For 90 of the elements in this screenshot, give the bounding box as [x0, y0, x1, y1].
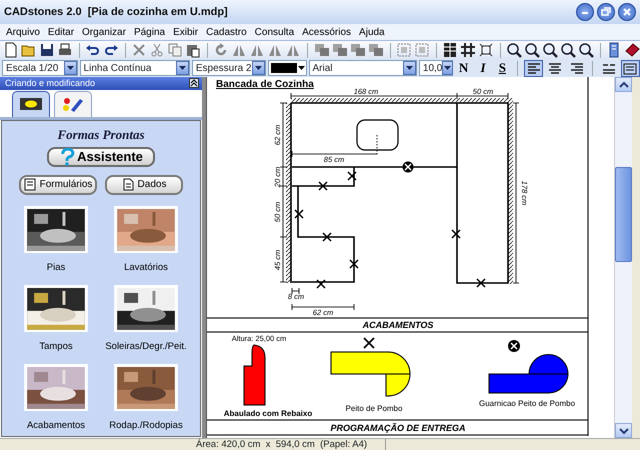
- minimize-button[interactable]: [576, 3, 594, 21]
- assistant-button[interactable]: Assistente: [47, 146, 155, 166]
- shape-icon: [19, 97, 43, 112]
- scroll-up-button[interactable]: [615, 77, 632, 92]
- cut-icon[interactable]: [149, 42, 166, 58]
- shape-item[interactable]: Lavatórios: [101, 206, 191, 276]
- shape-item[interactable]: Acabamentos: [11, 364, 101, 434]
- align-center-icon: [548, 62, 562, 74]
- font-size-dropdown[interactable]: 10,0: [418, 60, 453, 76]
- group-icon[interactable]: [414, 42, 430, 58]
- shape-item[interactable]: Tampos: [11, 284, 101, 354]
- dropdown-arrow-icon: [296, 64, 306, 72]
- color-picker[interactable]: [268, 60, 306, 76]
- group-icon[interactable]: [396, 42, 412, 58]
- section-heading: PROGRAMAÇÃO DE ENTREGA: [330, 423, 466, 433]
- grid-icon[interactable]: [460, 42, 476, 58]
- menu-item[interactable]: Acessórios: [298, 24, 356, 40]
- profile-label: Peito de Pombo: [346, 404, 402, 413]
- zoom-icon[interactable]: [542, 42, 558, 58]
- menu-item[interactable]: Página: [130, 24, 170, 40]
- pencil-icon: [61, 97, 85, 112]
- menu-item[interactable]: Ajuda: [355, 24, 389, 40]
- print-icon[interactable]: [57, 42, 73, 58]
- scale-dropdown[interactable]: Escala 1/20: [2, 60, 78, 76]
- layer-icon[interactable]: [368, 42, 384, 58]
- drawing-title: Bancada de Cozinha: [216, 79, 314, 90]
- panel-button[interactable]: Formulários: [19, 174, 97, 194]
- menu-item[interactable]: Arquivo: [2, 24, 44, 40]
- lines-icon: [602, 62, 616, 74]
- layer-icon[interactable]: [332, 42, 348, 58]
- panel-tab[interactable]: [54, 91, 92, 117]
- close-button[interactable]: [618, 3, 636, 21]
- dropdown-arrow-icon: [178, 64, 187, 72]
- form-icon: [24, 178, 36, 191]
- scroll-down-button[interactable]: [615, 423, 632, 438]
- panel-heading: Formas Prontas: [57, 126, 145, 144]
- zoom-icon[interactable]: [578, 42, 594, 58]
- align-left-icon: [526, 62, 541, 74]
- document-icon: [122, 178, 134, 191]
- bold-button[interactable]: N: [454, 60, 472, 76]
- profile-label: Abaulado com Rebaixo: [224, 409, 312, 418]
- save-icon[interactable]: [39, 42, 55, 58]
- circle-cross-icon: [508, 340, 520, 352]
- help-icon: [59, 148, 76, 166]
- view-toggle-button[interactable]: [620, 60, 640, 76]
- dropdown-arrow-icon: [404, 64, 414, 72]
- restore-icon: [600, 6, 612, 18]
- undo-icon[interactable]: [85, 42, 102, 58]
- shape-item[interactable]: Pias: [11, 206, 101, 276]
- menu-item[interactable]: Cadastro: [202, 24, 251, 40]
- font-dropdown[interactable]: Arial: [308, 60, 417, 76]
- dropdown-arrow-icon: [254, 64, 262, 72]
- dropdown-arrow-icon: [66, 64, 75, 72]
- align-left-button[interactable]: [524, 60, 544, 76]
- layer-icon[interactable]: [314, 42, 330, 58]
- section-heading: ACABAMENTOS: [362, 320, 434, 330]
- collapse-icon[interactable]: [189, 78, 199, 88]
- table-icon[interactable]: [442, 42, 458, 58]
- scroll-thumb[interactable]: [615, 167, 632, 262]
- paste-icon[interactable]: [185, 42, 202, 58]
- line-style-dropdown[interactable]: Linha Contínua: [80, 60, 190, 76]
- menu-item[interactable]: Exibir: [169, 24, 202, 40]
- window-title: CADstones 2.0 [Pia de cozinha em U.mdp]: [4, 4, 229, 20]
- panel-title: Criando e modificando: [5, 76, 96, 90]
- cross-mark-icon: [363, 337, 375, 349]
- zoom-icon[interactable]: [560, 42, 576, 58]
- shape-item[interactable]: Rodap./Rodopias: [101, 364, 191, 434]
- zoom-icon[interactable]: [506, 42, 522, 58]
- snap-icon[interactable]: [478, 42, 494, 58]
- close-icon: [621, 6, 633, 18]
- zoom-icon[interactable]: [524, 42, 540, 58]
- menu-item[interactable]: Organizar: [78, 24, 130, 40]
- layer-icon[interactable]: [350, 42, 366, 58]
- color-swatch: [270, 63, 296, 73]
- profile-label: Guarnicao Peito de Pombo: [478, 399, 576, 408]
- restore-button[interactable]: [597, 3, 615, 21]
- strikeout-button[interactable]: S: [494, 60, 512, 76]
- menu-item[interactable]: Editar: [44, 24, 78, 40]
- status-text: Área: 420,0 cm x 594,0 cm (Papel: A4): [196, 439, 386, 450]
- shape-item[interactable]: Soleiras/Degr./Peit.: [101, 284, 191, 354]
- panel-tab[interactable]: [12, 91, 50, 117]
- frame-icon: [623, 62, 638, 74]
- dropdown-arrow-icon: [443, 64, 452, 72]
- align-right-icon: [570, 62, 584, 74]
- delete-icon[interactable]: [131, 42, 148, 58]
- panel-button[interactable]: Dados: [105, 174, 183, 194]
- italic-button[interactable]: I: [474, 60, 492, 76]
- redo-icon[interactable]: [103, 42, 120, 58]
- menu-item[interactable]: Consulta: [250, 24, 298, 40]
- thickness-dropdown[interactable]: Espessura 2: [192, 60, 266, 76]
